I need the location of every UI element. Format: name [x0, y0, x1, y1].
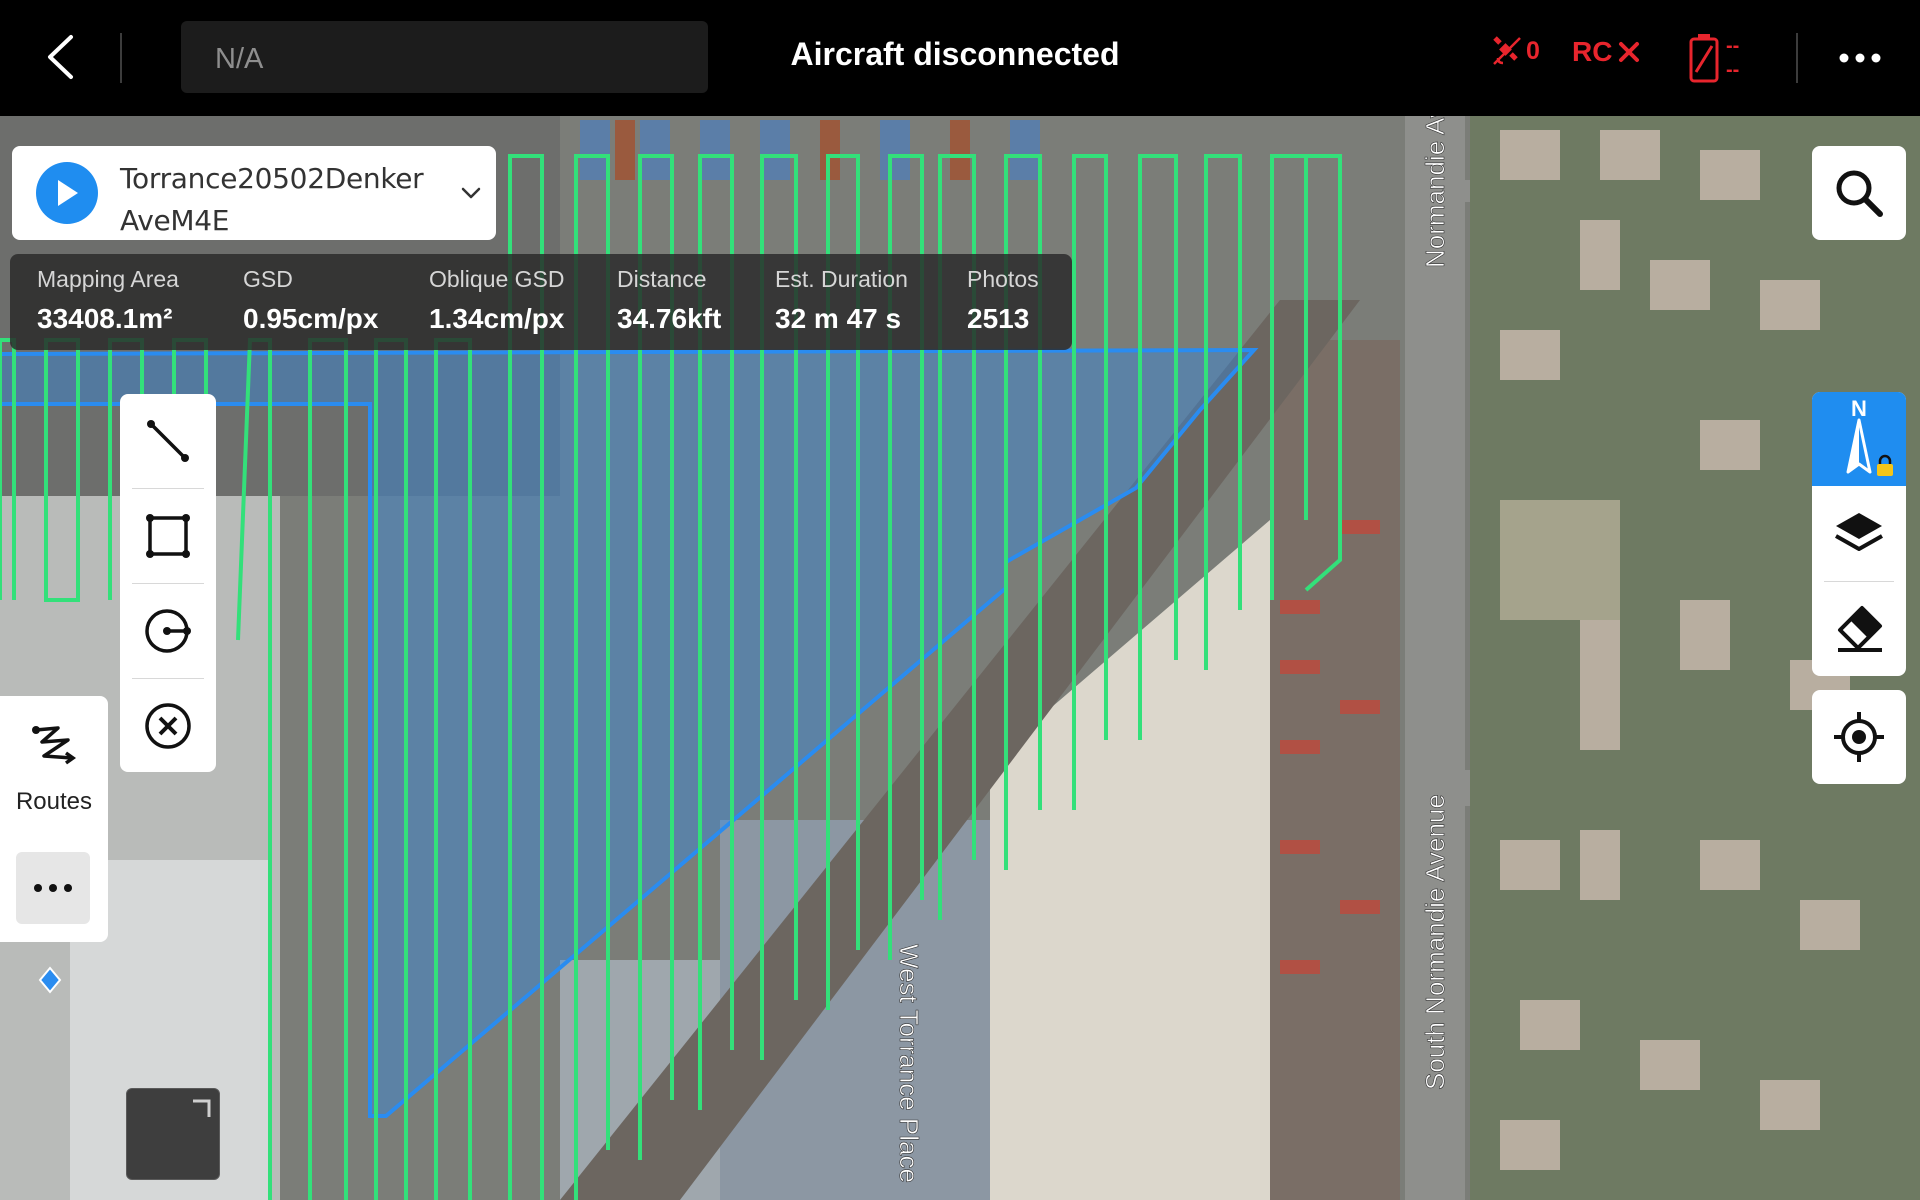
stat-label: Oblique GSD	[429, 266, 565, 292]
lock-icon	[1877, 454, 1893, 476]
stat-value: 2513	[967, 303, 1030, 334]
battery-icon	[1689, 34, 1719, 83]
stat-value: 1.34cm/px	[429, 303, 565, 334]
ellipsis-icon	[1839, 53, 1881, 63]
satellite-off-icon	[1493, 36, 1521, 65]
stat-value: 34.76kft	[617, 303, 722, 334]
routes-more-button[interactable]	[16, 852, 90, 924]
street-label: South Normandie Avenue	[1420, 794, 1450, 1090]
battery-value-top: --	[1726, 35, 1740, 57]
line-draw-icon	[147, 420, 189, 462]
stat-label: GSD	[243, 266, 293, 292]
eraser-button[interactable]	[1812, 582, 1906, 676]
eraser-icon	[1838, 606, 1882, 652]
battery-value-bottom: --	[1726, 59, 1740, 81]
stat-label: Est. Duration	[775, 266, 908, 292]
stat-label: Mapping Area	[37, 266, 179, 292]
stat-label: Distance	[617, 266, 707, 292]
map-controls-stack: N	[1812, 392, 1906, 676]
rc-label: RC	[1572, 36, 1613, 67]
top-bar: N/A Aircraft disconnected 0 RC -- --	[0, 0, 1920, 116]
circle-draw-button[interactable]	[120, 584, 216, 678]
draw-toolbar	[120, 394, 216, 772]
routes-icon	[32, 726, 77, 765]
aircraft-name-field[interactable]: N/A	[181, 21, 708, 93]
battery-status[interactable]: -- --	[1688, 32, 1739, 84]
locate-button[interactable]	[1812, 690, 1906, 784]
back-button[interactable]	[36, 28, 84, 86]
street-label: Normandie Avenue	[1420, 116, 1450, 268]
stat-value: 33408.1m²	[37, 303, 173, 334]
stat-value: 32 m 47 s	[775, 303, 902, 334]
routes-label: Routes	[15, 788, 93, 815]
mission-stats-bar: Mapping Area 33408.1m² GSD 0.95cm/px Obl…	[10, 254, 1072, 350]
stat-label: Photos	[967, 266, 1039, 292]
connection-status-title: Aircraft disconnected	[790, 36, 1120, 72]
play-icon	[58, 180, 78, 206]
chevron-down-icon[interactable]	[460, 182, 482, 204]
search-button[interactable]	[1812, 146, 1906, 240]
route-selector[interactable]: Torrance20502Denker AveM4E	[12, 146, 496, 240]
expand-corner-icon	[193, 1099, 211, 1117]
search-icon	[1836, 170, 1883, 217]
stat-est-duration: Est. Duration 32 m 47 s	[775, 266, 908, 335]
compass-north-lock-button[interactable]: N	[1812, 392, 1906, 486]
stat-photos: Photos 2513	[967, 266, 1039, 335]
locate-icon	[1834, 712, 1884, 762]
stat-distance: Distance 34.76kft	[617, 266, 721, 335]
stat-gsd: GSD 0.95cm/px	[243, 266, 378, 335]
rc-status[interactable]: RC	[1572, 36, 1640, 68]
delete-shape-icon	[145, 703, 191, 749]
street-label: West Torrance Place	[894, 944, 924, 1183]
area-draw-icon	[146, 514, 190, 558]
layers-icon	[1835, 513, 1883, 551]
gps-count: 0	[1526, 36, 1540, 65]
more-options-button[interactable]	[1838, 38, 1882, 78]
layers-button[interactable]	[1812, 488, 1906, 580]
routes-button[interactable]: Routes	[0, 696, 108, 836]
start-mission-button[interactable]	[36, 162, 98, 224]
area-draw-button[interactable]	[120, 489, 216, 583]
minimap-toggle[interactable]	[126, 1088, 220, 1180]
delete-shape-button[interactable]	[120, 679, 216, 773]
routes-panel: Routes	[0, 696, 108, 942]
circle-draw-icon	[145, 609, 191, 653]
gps-status[interactable]: 0	[1492, 36, 1540, 66]
disconnected-x-icon	[1619, 42, 1640, 62]
stat-value: 0.95cm/px	[243, 303, 379, 334]
aircraft-name-text: N/A	[215, 43, 264, 75]
divider	[120, 33, 122, 83]
route-name: Torrance20502Denker AveM4E	[120, 162, 424, 237]
divider	[1796, 33, 1798, 83]
stat-mapping-area: Mapping Area 33408.1m²	[37, 266, 179, 335]
back-arrow-icon	[48, 35, 73, 79]
stat-oblique-gsd: Oblique GSD 1.34cm/px	[429, 266, 565, 335]
line-draw-button[interactable]	[120, 394, 216, 488]
ellipsis-icon	[34, 884, 72, 892]
